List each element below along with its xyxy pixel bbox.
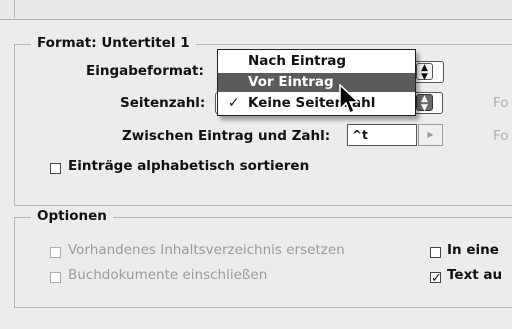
menu-item-vor-eintrag[interactable]: Vor Eintrag	[218, 73, 415, 92]
include-book-checkbox[interactable]	[50, 272, 61, 283]
right-option-2-checkbox[interactable]: ✓	[430, 271, 442, 286]
cut-right-label-1: Fo	[493, 95, 509, 111]
menu-item-nach-eintrag[interactable]: Nach Eintrag	[218, 52, 415, 71]
format-group-border-left	[14, 44, 15, 205]
seitenzahl-dropdown-menu[interactable]: Nach Eintrag Vor Eintrag ✓ Keine Seitenz…	[217, 49, 416, 116]
zwischen-label: Zwischen Eintrag und Zahl:	[122, 128, 331, 144]
zwischen-field[interactable]: ^t	[347, 124, 417, 146]
seitenzahl-popup-arrow-icon[interactable]: ▲ ▼	[416, 94, 433, 113]
check-icon: ✓	[228, 95, 240, 111]
optionen-group-border-left	[14, 217, 15, 307]
zwischen-stepper-arrow-icon[interactable]: ▶	[418, 124, 443, 146]
right-option-1-checkbox[interactable]	[430, 247, 441, 258]
checkmark-icon: ✓	[431, 271, 442, 286]
sort-alphabetically-checkbox[interactable]	[50, 163, 61, 174]
menu-item-keine-seitenzahl[interactable]: ✓ Keine Seitenzahl	[218, 94, 415, 113]
right-option-2-label: Text au	[447, 267, 503, 283]
optionen-group-title: Optionen	[31, 208, 113, 224]
right-option-1-label: In eine	[447, 242, 499, 258]
mouse-pointer-icon	[338, 84, 360, 116]
format-group-border-bottom	[14, 205, 512, 206]
top-panel-frame	[14, 0, 512, 18]
seitenzahl-label: Seitenzahl:	[120, 95, 206, 111]
menu-item-label: Nach Eintrag	[248, 53, 347, 69]
sort-alphabetically-label: Einträge alphabetisch sortieren	[68, 158, 310, 174]
format-group-title: Format: Untertitel 1	[31, 35, 196, 51]
replace-toc-label: Vorhandenes Inhaltsverzeichnis ersetzen	[68, 242, 345, 258]
include-book-label: Buchdokumente einschließen	[68, 267, 268, 283]
eingabeformat-label: Eingabeformat:	[86, 63, 204, 79]
cut-right-label-2: Fo	[493, 128, 509, 144]
replace-toc-checkbox[interactable]	[50, 247, 61, 258]
menu-item-label: Vor Eintrag	[248, 74, 334, 90]
eingabeformat-popup-arrow-icon[interactable]: ▲ ▼	[416, 63, 433, 82]
optionen-group-border-bottom	[14, 307, 512, 308]
